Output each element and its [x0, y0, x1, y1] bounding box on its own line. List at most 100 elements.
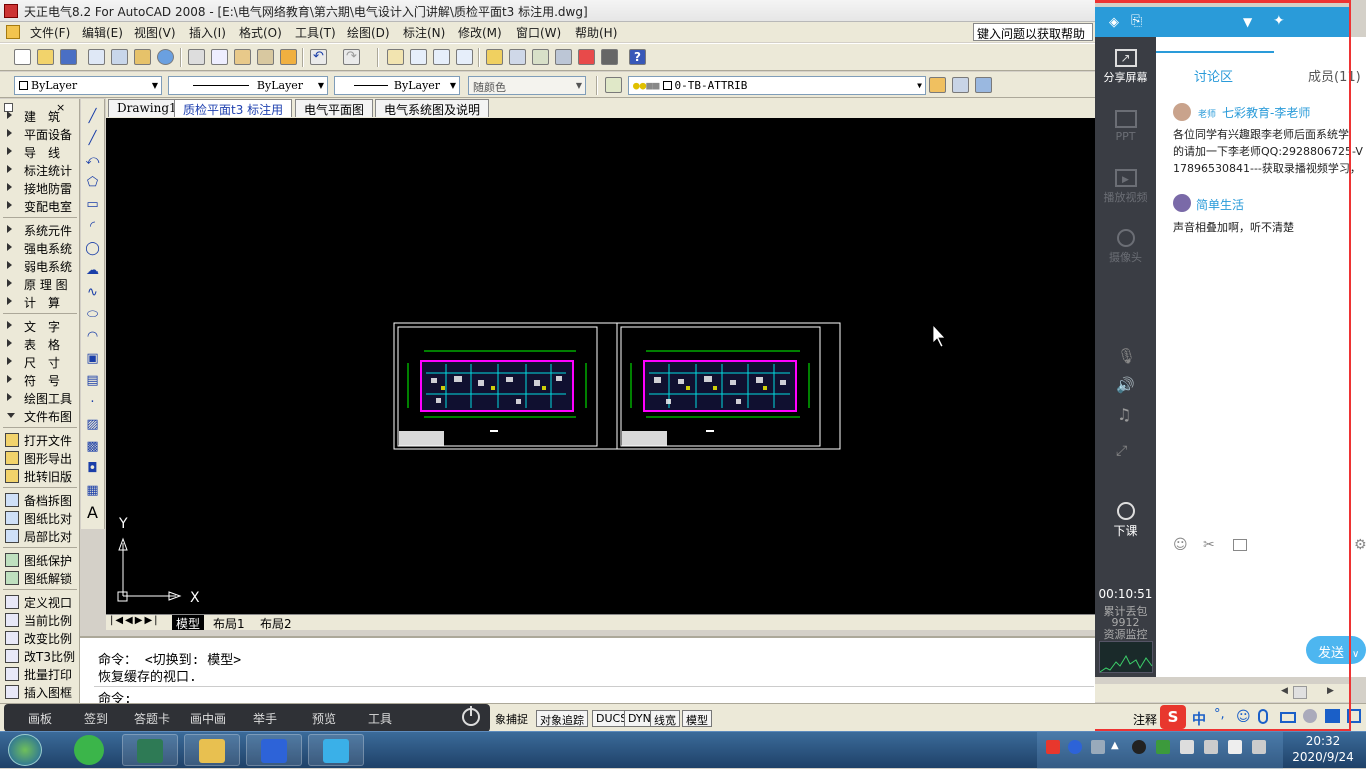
app-icon[interactable]	[4, 4, 18, 18]
tray-security-icon[interactable]	[1156, 740, 1170, 754]
markup-icon[interactable]	[578, 49, 595, 65]
menu-file[interactable]: 文件(F)	[30, 24, 70, 41]
tangent-menu-item[interactable]: 图纸比对	[2, 509, 78, 527]
tangent-menu-item[interactable]: 图纸解锁	[2, 569, 78, 587]
design-center-icon[interactable]	[509, 49, 526, 65]
doc-tab-electrical-system[interactable]: 电气系统图及说明	[375, 99, 490, 117]
tangent-menu-item[interactable]: 强电系统	[2, 239, 78, 257]
doc-tab-active[interactable]: 质检平面t3 标注用	[174, 99, 293, 117]
tangent-menu-item[interactable]: 导 线	[2, 143, 78, 161]
make-block-icon[interactable]: ▤	[84, 373, 101, 389]
new-icon[interactable]	[14, 49, 31, 65]
calculator-icon[interactable]	[601, 49, 618, 65]
layout-tab-layout1[interactable]: 布局1	[209, 615, 249, 631]
share-screen-button[interactable]: ↗ 分享屏幕	[1095, 49, 1156, 85]
start-button-icon[interactable]	[8, 734, 42, 766]
tangent-menu-item[interactable]: 计 算	[2, 293, 78, 311]
overlay-tools[interactable]: 工具	[368, 710, 392, 727]
block-editor-icon[interactable]	[280, 49, 297, 65]
taskbar-explorer[interactable]	[184, 734, 240, 766]
tangent-menu-item[interactable]: 尺 寸	[2, 353, 78, 371]
tangent-menu-item[interactable]: 批转旧版	[2, 467, 78, 485]
region-icon[interactable]: ◘	[84, 461, 101, 477]
speaker-icon[interactable]: 🔊	[1116, 376, 1135, 394]
status-otrack[interactable]: 对象追踪	[536, 710, 588, 727]
menu-modify[interactable]: 修改(M)	[458, 24, 502, 41]
tab-discussion[interactable]: 讨论区	[1194, 66, 1233, 85]
screenshot-icon[interactable]: ✂	[1203, 537, 1215, 553]
panel-share-icon[interactable]: ⎘	[1131, 13, 1142, 29]
ime-voice-icon[interactable]	[1258, 709, 1268, 724]
open-icon[interactable]	[37, 49, 54, 65]
revision-cloud-icon[interactable]: ☁	[84, 263, 101, 279]
multiline-text-icon[interactable]: A	[84, 505, 101, 521]
taskbar-refresh-app-icon[interactable]	[74, 735, 104, 765]
layer-combo[interactable]: ByLayer ▼	[14, 76, 162, 95]
tray-usb-icon[interactable]	[1091, 740, 1105, 754]
menu-edit[interactable]: 编辑(E)	[82, 24, 123, 41]
ime-chinese-mode-icon[interactable]: 中	[1192, 709, 1206, 729]
publish-icon[interactable]	[134, 49, 151, 65]
layout-nav-arrows[interactable]: |◀◀▶▶|	[110, 615, 160, 626]
tangent-menu-item[interactable]: 接地防雷	[2, 179, 78, 197]
insert-block-icon[interactable]: ▣	[84, 351, 101, 367]
drawing-canvas[interactable]: Y X	[106, 118, 1095, 614]
panel-dropdown-icon[interactable]: ▼	[1243, 15, 1252, 29]
panel-pin-icon[interactable]: ✦	[1273, 13, 1285, 29]
menu-dimension[interactable]: 标注(N)	[403, 24, 445, 41]
end-class-button[interactable]: 下课	[1095, 502, 1156, 539]
overlay-whiteboard[interactable]: 画板	[28, 710, 52, 727]
tangent-menu-item[interactable]: 打开文件	[2, 431, 78, 449]
resource-monitor-graph[interactable]	[1099, 641, 1153, 673]
sogou-ime-icon[interactable]: S	[1160, 705, 1186, 729]
layout-tab-model[interactable]: 模型	[172, 615, 205, 631]
layout-tab-layout2[interactable]: 布局2	[256, 615, 296, 631]
settings-gear-icon[interactable]: ⚙	[1354, 537, 1366, 553]
print-icon[interactable]	[88, 49, 105, 65]
construction-line-icon[interactable]: ╱	[84, 131, 101, 147]
properties-icon[interactable]	[486, 49, 503, 65]
zoom-window-icon[interactable]	[433, 49, 450, 65]
copy-icon[interactable]	[211, 49, 228, 65]
save-icon[interactable]	[60, 49, 77, 65]
overlay-answer-card[interactable]: 答题卡	[134, 710, 170, 727]
image-icon[interactable]	[1233, 539, 1247, 551]
tangent-menu-item[interactable]: 图形导出	[2, 449, 78, 467]
menu-view[interactable]: 视图(V)	[134, 24, 176, 41]
print-preview-icon[interactable]	[111, 49, 128, 65]
match-properties-icon[interactable]	[257, 49, 274, 65]
tangent-menu-item[interactable]: 当前比例	[2, 611, 78, 629]
polygon-icon[interactable]: ⬠	[84, 175, 101, 191]
table-icon[interactable]: ▦	[84, 483, 101, 499]
cut-icon[interactable]	[188, 49, 205, 65]
tangent-menu-item[interactable]: 弱电系统	[2, 257, 78, 275]
tangent-menu-item[interactable]: 文 字	[2, 317, 78, 335]
doc-icon[interactable]	[6, 25, 20, 39]
ime-emoji-icon[interactable]: ☺	[1236, 709, 1251, 725]
tangent-menu-item[interactable]: 平面设备	[2, 125, 78, 143]
layer-states-icon[interactable]	[975, 77, 992, 93]
overlay-pip[interactable]: 画中画	[190, 710, 226, 727]
tray-help-icon[interactable]	[1068, 740, 1082, 754]
tray-expand-icon[interactable]: ▲	[1111, 740, 1125, 754]
music-icon[interactable]: ♫	[1117, 405, 1131, 424]
doc-tab-electrical-plan[interactable]: 电气平面图	[295, 99, 374, 117]
tangent-menu-item[interactable]: 局部比对	[2, 527, 78, 545]
taskbar-clock[interactable]: 20:32 2020/9/24	[1283, 733, 1363, 765]
tangent-menu-item[interactable]: 改T3比例	[2, 647, 78, 665]
tangent-menu-item[interactable]: 标注统计	[2, 161, 78, 179]
menu-help[interactable]: 帮助(H)	[575, 24, 617, 41]
help-search-input[interactable]: 键入问题以获取帮助	[973, 23, 1093, 41]
camera-button[interactable]: 摄像头	[1095, 229, 1156, 265]
tangent-menu-item[interactable]: 变配电室	[2, 197, 78, 215]
ime-keyboard-icon[interactable]	[1280, 712, 1296, 723]
tray-power-icon[interactable]	[1204, 740, 1218, 754]
status-model[interactable]: 模型	[682, 710, 712, 727]
hatch-icon[interactable]: ▨	[84, 417, 101, 433]
microphone-icon[interactable]: 🎙	[1117, 347, 1136, 365]
ellipse-arc-icon[interactable]: ◠	[84, 329, 101, 345]
tangent-menu-item[interactable]: 表 格	[2, 335, 78, 353]
tangent-menu-item[interactable]: 系统元件	[2, 221, 78, 239]
tangent-menu-item[interactable]: 批量打印	[2, 665, 78, 683]
send-options-icon[interactable]: ∨	[1352, 649, 1359, 660]
